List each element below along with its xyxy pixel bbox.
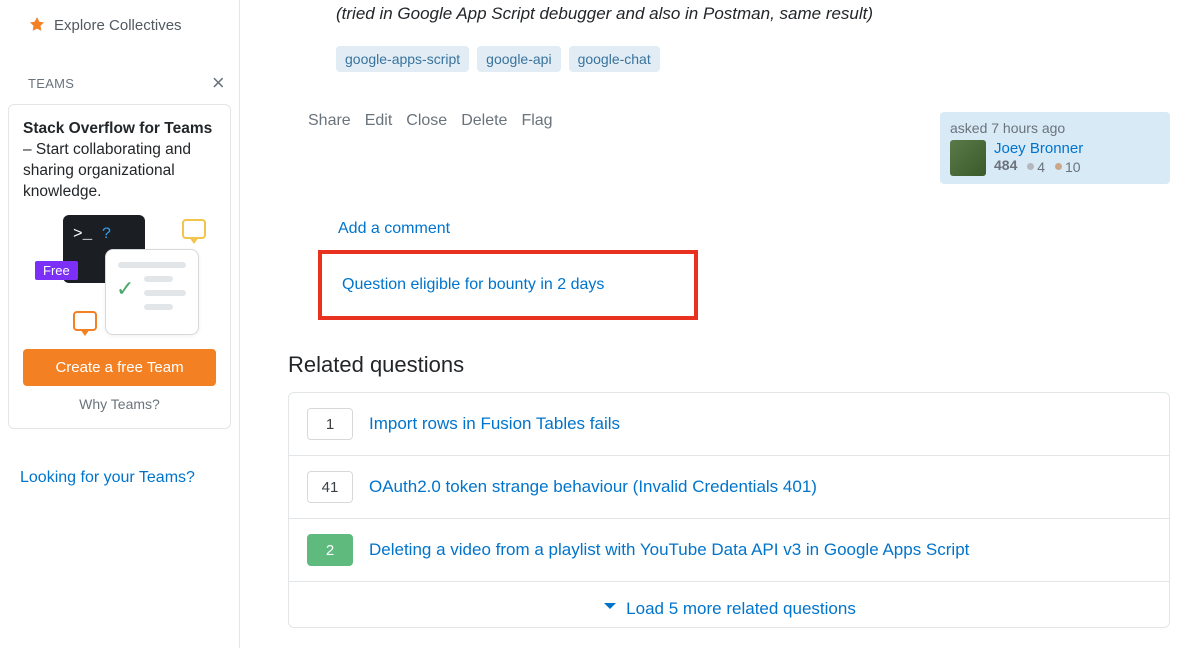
- tag[interactable]: google-api: [477, 46, 560, 72]
- bronze-dot-icon: [1055, 163, 1062, 170]
- user-reputation: 484: [994, 157, 1017, 173]
- why-teams-link[interactable]: Why Teams?: [23, 396, 216, 412]
- teams-blurb: Stack Overflow for Teams – Start collabo…: [23, 119, 216, 203]
- user-name-link[interactable]: Joey Bronner: [994, 140, 1083, 157]
- flag-action[interactable]: Flag: [521, 112, 552, 130]
- nav-explore-collectives[interactable]: Explore Collectives: [0, 8, 239, 42]
- main-content: (tried in Google App Script debugger and…: [240, 0, 1200, 648]
- tag[interactable]: google-chat: [569, 46, 660, 72]
- related-link[interactable]: OAuth2.0 token strange behaviour (Invali…: [369, 477, 817, 497]
- bounty-link[interactable]: Question eligible for bounty in 2 days: [342, 276, 604, 293]
- close-action[interactable]: Close: [406, 112, 447, 130]
- create-team-button[interactable]: Create a free Team: [23, 349, 216, 386]
- related-score: 2: [307, 534, 353, 566]
- load-more-related[interactable]: Load 5 more related questions: [289, 582, 1169, 627]
- related-score: 1: [307, 408, 353, 440]
- tag-list: google-apps-script google-api google-cha…: [288, 46, 1170, 72]
- post-actions: Share Edit Close Delete Flag: [308, 112, 553, 130]
- teams-heading: TEAMS: [28, 76, 74, 91]
- teams-illustration: >_ ? ✓ Free: [23, 215, 216, 335]
- related-questions-list: 1 Import rows in Fusion Tables fails 41 …: [288, 392, 1170, 628]
- silver-badges: 4: [1027, 159, 1045, 175]
- bounty-eligible-box: Question eligible for bounty in 2 days: [318, 250, 698, 320]
- teams-section: TEAMS × Stack Overflow for Teams – Start…: [0, 68, 239, 429]
- question-note: (tried in Google App Script debugger and…: [288, 4, 1170, 24]
- collectives-icon: [28, 16, 46, 34]
- related-score: 41: [307, 471, 353, 503]
- share-action[interactable]: Share: [308, 112, 351, 130]
- edit-action[interactable]: Edit: [365, 112, 393, 130]
- add-comment-link[interactable]: Add a comment: [288, 220, 1170, 238]
- free-badge: Free: [35, 261, 78, 280]
- user-card: asked 7 hours ago Joey Bronner 484 4 10: [940, 112, 1170, 184]
- tag[interactable]: google-apps-script: [336, 46, 469, 72]
- silver-dot-icon: [1027, 163, 1034, 170]
- left-sidebar: Explore Collectives TEAMS × Stack Overfl…: [0, 0, 240, 648]
- bronze-badges: 10: [1055, 159, 1081, 175]
- delete-action[interactable]: Delete: [461, 112, 507, 130]
- close-icon[interactable]: ×: [212, 72, 225, 94]
- avatar[interactable]: [950, 140, 986, 176]
- looking-for-teams-link[interactable]: Looking for your Teams?: [0, 457, 239, 499]
- related-item: 2 Deleting a video from a playlist with …: [289, 519, 1169, 582]
- chevron-down-icon: [602, 598, 618, 619]
- related-questions-title: Related questions: [288, 352, 1170, 378]
- asked-time: asked 7 hours ago: [950, 120, 1160, 136]
- related-item: 41 OAuth2.0 token strange behaviour (Inv…: [289, 456, 1169, 519]
- related-link[interactable]: Deleting a video from a playlist with Yo…: [369, 540, 969, 560]
- nav-label: Explore Collectives: [54, 17, 182, 34]
- related-link[interactable]: Import rows in Fusion Tables fails: [369, 414, 620, 434]
- teams-promo-box: Stack Overflow for Teams – Start collabo…: [8, 104, 231, 429]
- related-item: 1 Import rows in Fusion Tables fails: [289, 393, 1169, 456]
